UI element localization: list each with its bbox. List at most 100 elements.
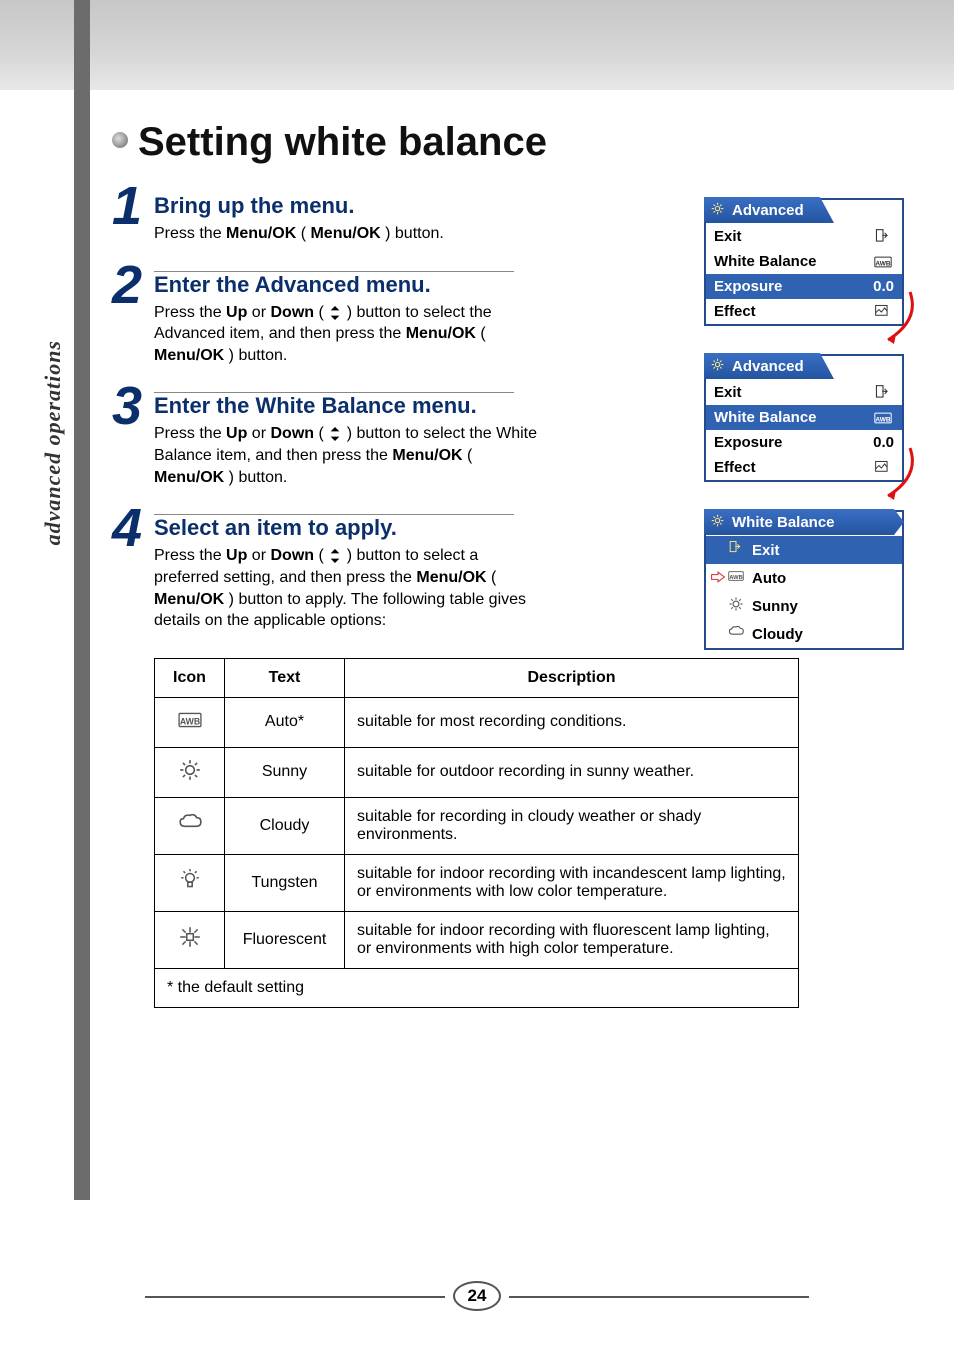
cloudy-icon [155, 797, 225, 854]
step-title: Enter the White Balance menu. [154, 393, 542, 419]
table-desc-cell: suitable for indoor recording with incan… [345, 854, 799, 911]
step-1: 1 Bring up the menu. Press the Menu/OK (… [112, 193, 542, 245]
step-4: 4 Select an item to apply. Press the Up … [112, 515, 542, 631]
menu-item-exit[interactable]: Exit [706, 224, 902, 249]
menu-panel-1: Advanced Exit White Balance Exposure0.0 … [704, 198, 904, 326]
menu-item-white-balance[interactable]: White Balance [706, 405, 902, 430]
table-text-cell: Sunny [225, 747, 345, 797]
white-balance-table: IconTextDescription Auto* suitable for m… [154, 658, 799, 1008]
wb-item-label: Sunny [752, 598, 798, 615]
table-desc-cell: suitable for outdoor recording in sunny … [345, 747, 799, 797]
exit-icon [872, 385, 894, 401]
menu-illustrations: Advanced Exit White Balance Exposure0.0 … [704, 198, 904, 678]
gear-icon [710, 201, 728, 219]
menu-item-label: White Balance [714, 253, 817, 270]
menu-item-white-balance[interactable]: White Balance [706, 249, 902, 274]
step-number: 1 [112, 175, 142, 237]
exit-icon [872, 229, 894, 245]
step-title: Select an item to apply. [154, 515, 542, 541]
menu-item-effect[interactable]: Effect [706, 299, 902, 324]
cloudy-icon [728, 624, 744, 644]
step-number: 4 [112, 497, 142, 559]
step-title: Bring up the menu. [154, 193, 542, 219]
step-body: Press the Up or Down ( ) button to selec… [154, 423, 542, 488]
step-number: 2 [112, 254, 142, 316]
menu-item-label: Exit [714, 384, 742, 401]
flow-arrow-icon [880, 446, 920, 510]
menu-tab: White Balance [704, 509, 904, 535]
sunny-icon [728, 596, 744, 616]
menu-item-label: Effect [714, 459, 756, 476]
up-down-icon [328, 423, 342, 445]
wb-item-label: Auto [752, 570, 786, 587]
menu-tab-label: Advanced [732, 358, 804, 375]
step-title: Enter the Advanced menu. [154, 272, 542, 298]
wb-item-exit[interactable]: Exit [706, 536, 902, 564]
flow-arrow-icon [880, 290, 920, 354]
exit-icon [728, 540, 744, 560]
gear-icon [710, 357, 728, 375]
step-2: 2 Enter the Advanced menu. Press the Up … [112, 272, 542, 367]
awb-icon [155, 697, 225, 747]
menu-item-label: Exposure [714, 278, 782, 295]
table-row: Fluorescent suitable for indoor recordin… [155, 911, 799, 968]
gear-icon [710, 513, 728, 531]
step-3: 3 Enter the White Balance menu. Press th… [112, 393, 542, 488]
wb-item-label: Exit [752, 542, 780, 559]
wb-item-label: Cloudy [752, 626, 803, 643]
menu-ok-label-icon: Menu/OK [154, 589, 224, 611]
menu-item-label: Exposure [714, 434, 782, 451]
up-down-icon [328, 545, 342, 567]
table-desc-cell: suitable for most recording conditions. [345, 697, 799, 747]
step-body: Press the Menu/OK ( Menu/OK ) button. [154, 223, 542, 245]
side-section-label: advanced operations [40, 340, 66, 545]
menu-panel-3: White Balance Exit Auto Sunny Cloudy [704, 510, 904, 650]
table-desc-cell: suitable for recording in cloudy weather… [345, 797, 799, 854]
menu-tab-label: White Balance [732, 514, 835, 531]
page-number: 24 [453, 1281, 501, 1311]
tungsten-icon [155, 854, 225, 911]
steps-column: 1 Bring up the menu. Press the Menu/OK (… [112, 193, 542, 632]
table-text-cell: Cloudy [225, 797, 345, 854]
menu-tab: Advanced [704, 353, 834, 379]
menu-tab-label: Advanced [732, 202, 804, 219]
awb-icon [872, 410, 894, 426]
title-bullet-icon [112, 132, 128, 148]
sunny-icon [155, 747, 225, 797]
table-footer-row: * the default setting [155, 968, 799, 1007]
menu-item-label: Effect [714, 303, 756, 320]
table-row: Cloudy suitable for recording in cloudy … [155, 797, 799, 854]
up-down-icon [328, 302, 342, 324]
awb-icon [728, 568, 744, 588]
menu-item-label: Exit [714, 228, 742, 245]
menu-ok-label-icon: Menu/OK [310, 223, 380, 245]
menu-item-effect[interactable]: Effect [706, 455, 902, 480]
step-number: 3 [112, 375, 142, 437]
table-header: Text [225, 658, 345, 697]
table-text-cell: Tungsten [225, 854, 345, 911]
menu-item-exit[interactable]: Exit [706, 380, 902, 405]
wb-item-auto[interactable]: Auto [706, 564, 902, 592]
fluorescent-icon [155, 911, 225, 968]
menu-item-exposure[interactable]: Exposure0.0 [706, 274, 902, 299]
table-text-cell: Auto* [225, 697, 345, 747]
page-number-value: 24 [453, 1281, 501, 1311]
table-header: Icon [155, 658, 225, 697]
left-rail [74, 0, 90, 1200]
table-footer: * the default setting [155, 968, 799, 1007]
menu-ok-label-icon: Menu/OK [154, 467, 224, 489]
table-row: Auto* suitable for most recording condit… [155, 697, 799, 747]
top-banner [0, 0, 954, 90]
menu-item-exposure[interactable]: Exposure0.0 [706, 430, 902, 455]
menu-panel-2: Advanced Exit White Balance Exposure0.0 … [704, 354, 904, 482]
table-row: Sunny suitable for outdoor recording in … [155, 747, 799, 797]
wb-item-cloudy[interactable]: Cloudy [706, 620, 902, 648]
select-arrow-icon [710, 569, 726, 589]
menu-item-label: White Balance [714, 409, 817, 426]
table-text-cell: Fluorescent [225, 911, 345, 968]
table-desc-cell: suitable for indoor recording with fluor… [345, 911, 799, 968]
step-body: Press the Up or Down ( ) button to selec… [154, 302, 542, 367]
wb-item-sunny[interactable]: Sunny [706, 592, 902, 620]
awb-icon [872, 254, 894, 270]
page-title: Setting white balance [112, 120, 904, 165]
